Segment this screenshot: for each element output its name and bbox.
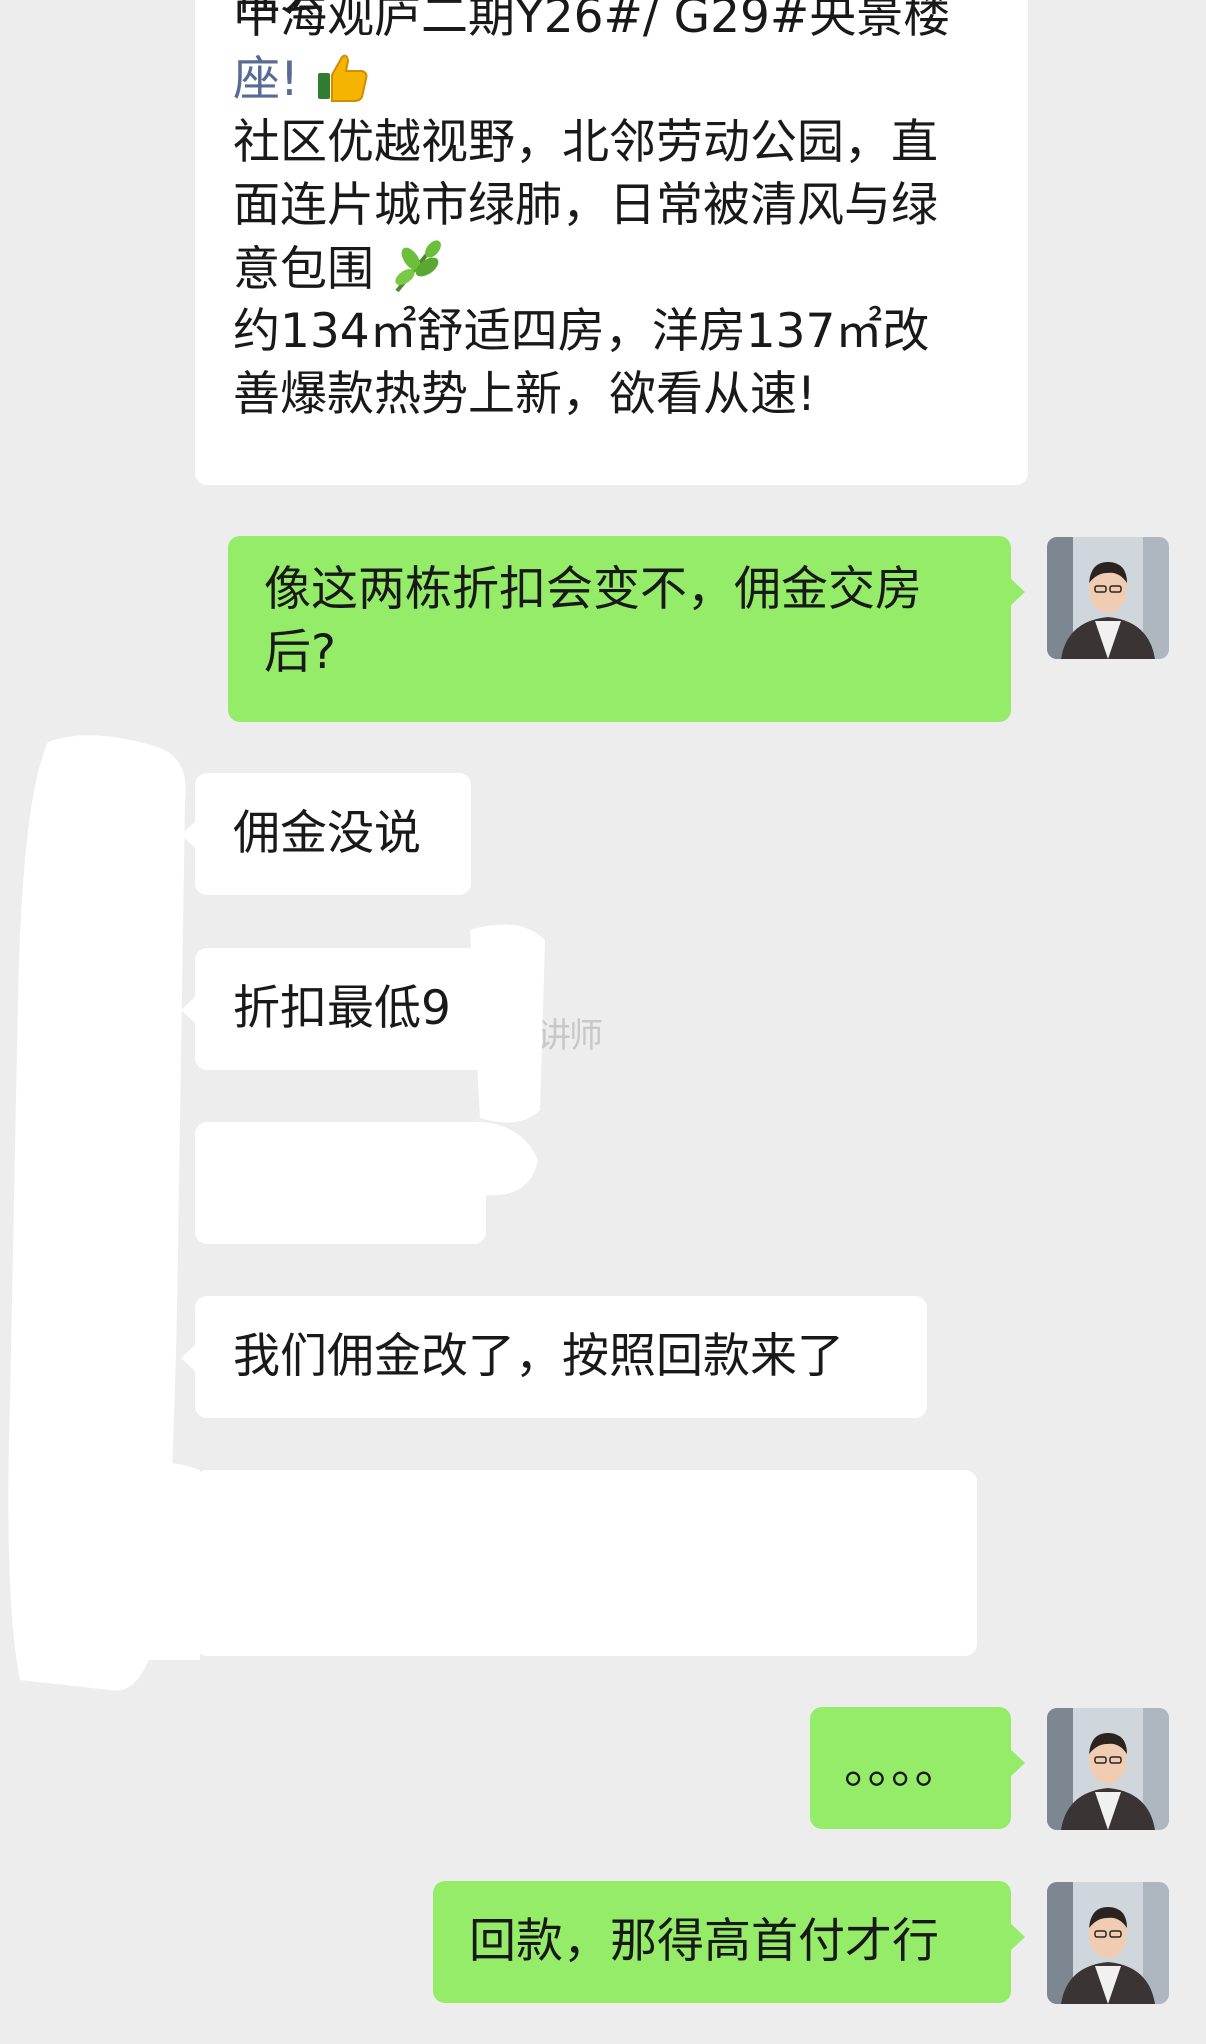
message-text: 。。。。	[844, 1740, 962, 1795]
avatar[interactable]	[1047, 1708, 1169, 1830]
avatar-image	[1047, 537, 1169, 659]
redacted-bubble	[195, 1470, 977, 1656]
message-line: 中海观庐二期Y26#/ G29#央景楼	[233, 0, 950, 48]
avatar-image	[1047, 1708, 1169, 1830]
herb-icon	[389, 240, 447, 295]
message-line: 社区优越视野，北邻劳动公园，直	[233, 115, 938, 170]
message-line: 善爆款热势上新，欲看从速!	[233, 367, 816, 422]
message-line: 约134㎡舒适四房，洋房137㎡改	[233, 304, 930, 359]
avatar-image	[1047, 1882, 1169, 2004]
message-line: 意包围	[233, 237, 447, 302]
avatar[interactable]	[1047, 537, 1169, 659]
message-text: 我们佣金改了，按照回款来了	[233, 1329, 844, 1384]
message-line-text: 中海观庐二期Y26#/ G29#央景楼	[233, 0, 951, 44]
message-bubble-incoming[interactable]: 社会 中海观庐二期Y26#/ G29#央景楼 座! 社区优越视野，北邻劳动公园，…	[195, 0, 1028, 485]
message-text: 佣金没说	[233, 806, 421, 861]
faded-text: ，讲师	[505, 1016, 603, 1056]
message-line: 座!	[233, 48, 370, 112]
message-text: 折扣最低9	[233, 981, 451, 1036]
redacted-bubble	[195, 1122, 486, 1244]
message-bubble-outgoing[interactable]: 像这两栋折扣会变不，佣金交房 后?	[228, 536, 1025, 722]
message-bubble-incoming[interactable]: 我们佣金改了，按照回款来了	[181, 1296, 927, 1418]
message-line: 面连片城市绿肺，日常被清风与绿	[233, 178, 938, 233]
avatar[interactable]	[1047, 1882, 1169, 2004]
message-text: 回款，那得高首付才行	[469, 1914, 939, 1969]
message-line: 后?	[264, 625, 336, 680]
message-bubble-outgoing[interactable]: 。。。。	[810, 1707, 1025, 1829]
message-line: 像这两栋折扣会变不，佣金交房	[264, 562, 922, 617]
topic-tag-text: 座!	[233, 52, 299, 107]
message-bubble-incoming[interactable]: 佣金没说	[181, 773, 471, 895]
message-bubble-outgoing[interactable]: 回款，那得高首付才行	[433, 1881, 1025, 2003]
message-bubble-incoming[interactable]: 折扣最低9	[181, 948, 501, 1070]
thumbs-up-icon	[314, 54, 370, 105]
message-line-text: 意包围	[233, 242, 374, 297]
